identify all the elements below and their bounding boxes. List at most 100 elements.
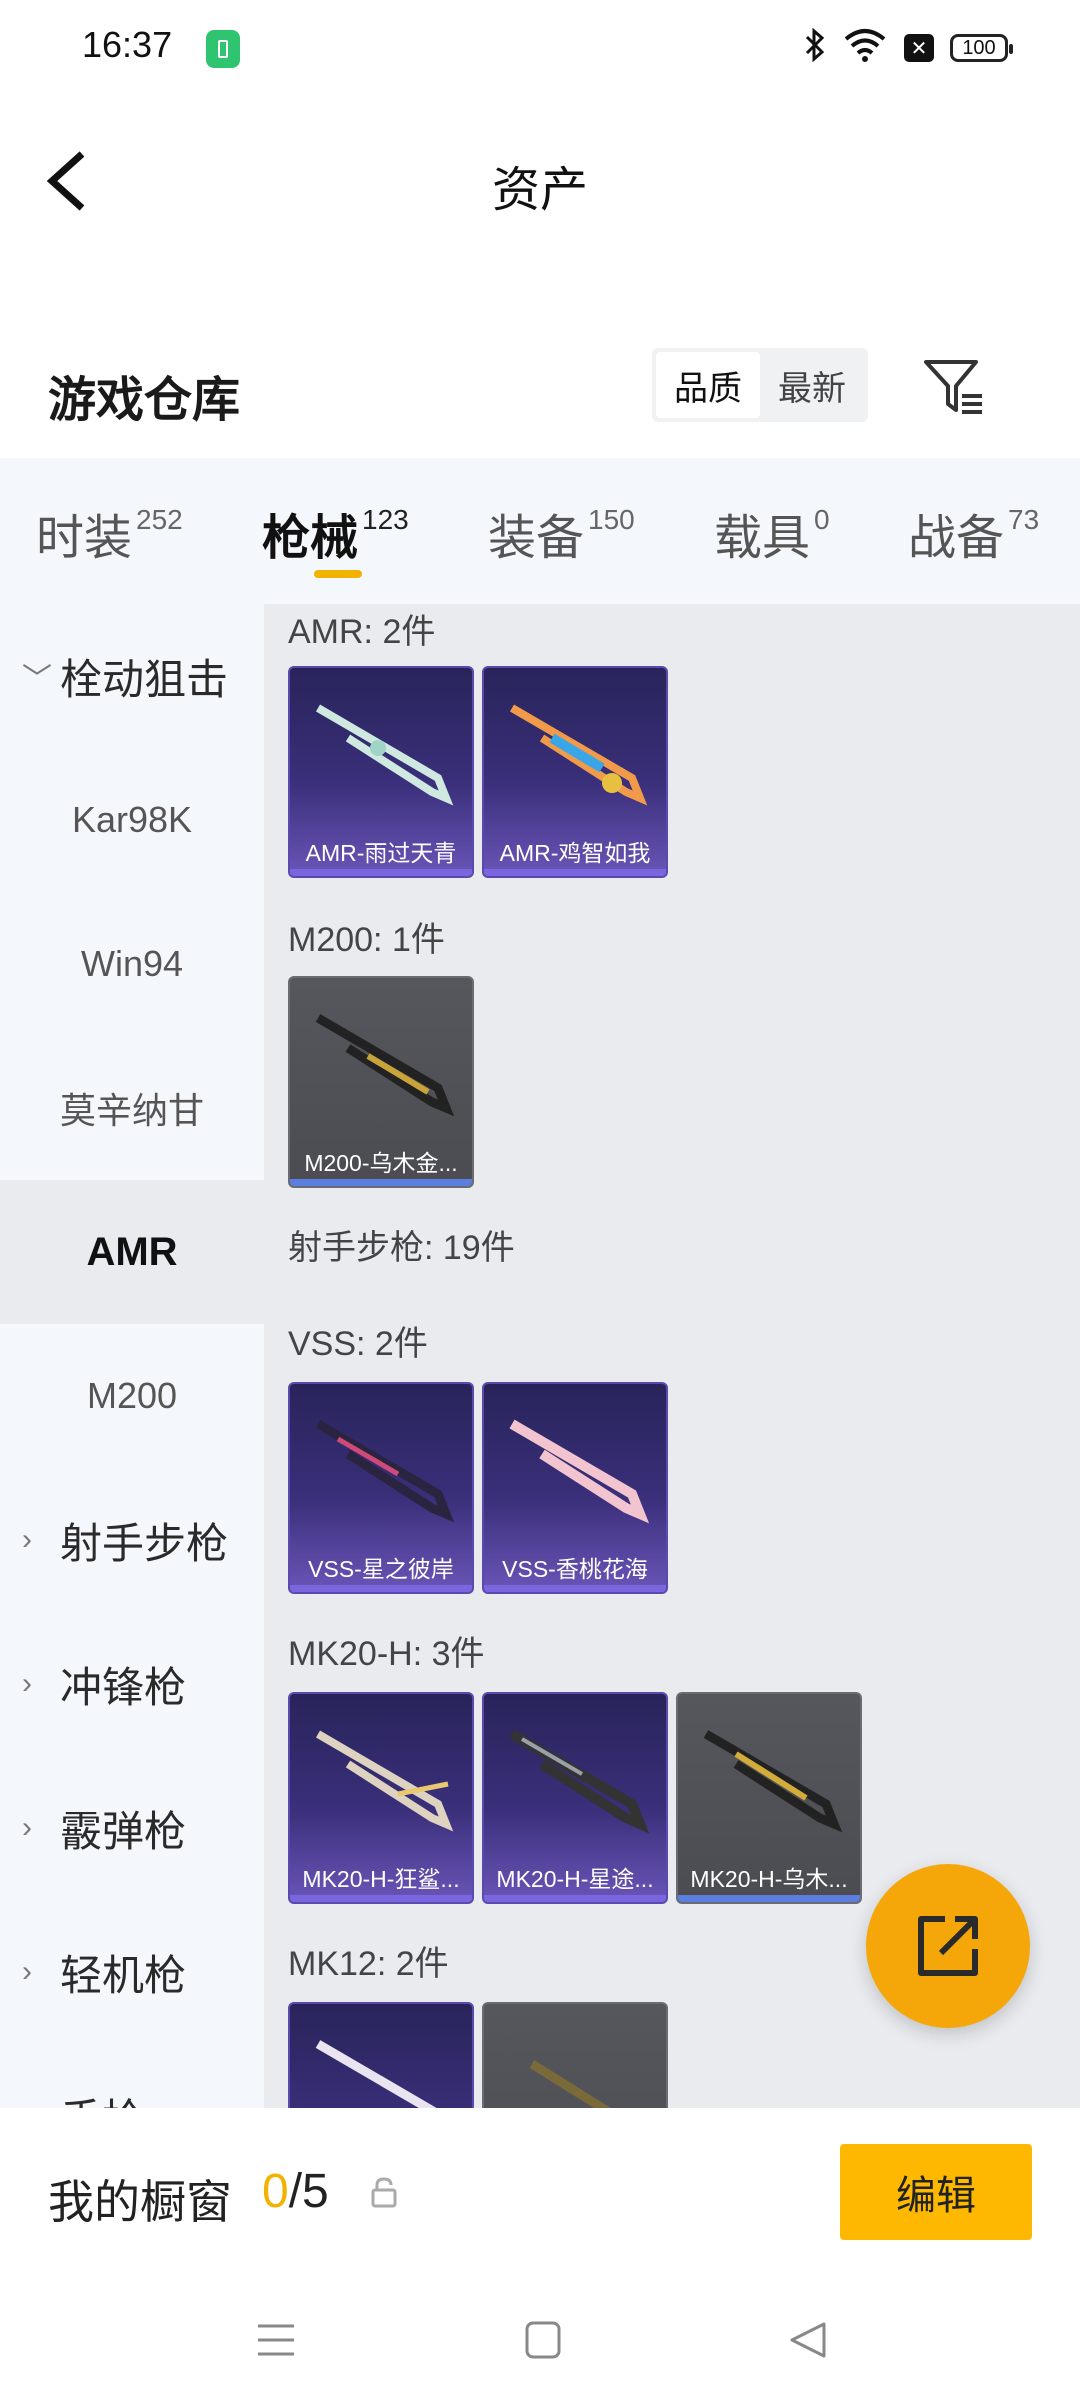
rifle-icon: [315, 1730, 454, 1832]
group-title: 射手步枪: 19件: [288, 1229, 515, 1267]
weapon-category-sidebar: ﹀ 栓动狙击 Kar98K Win94 莫辛纳甘 AMR M200 › 射手步枪 ›…: [0, 604, 264, 2108]
skin-card[interactable]: AMR-雨过天青: [288, 666, 474, 878]
edit-button[interactable]: 编辑: [840, 2144, 1032, 2240]
skin-card[interactable]: MK20-H-狂鲨...: [288, 1692, 474, 1904]
sidebar-item-label: 手枪: [60, 2086, 144, 2109]
sidebar-item-m200[interactable]: M200: [0, 1324, 264, 1468]
wifi-icon: [842, 27, 888, 70]
rarity-bar: [290, 869, 472, 876]
tab-count: 0: [814, 504, 830, 535]
sidebar-item-label: 轻机枪: [60, 1951, 187, 1999]
share-button[interactable]: [866, 1864, 1030, 2028]
showcase-current: 0: [262, 2165, 289, 2218]
rifle-icon: [529, 2060, 611, 2108]
rifle-icon: [509, 704, 648, 806]
skin-card[interactable]: MK20-H-星途...: [482, 1692, 668, 1904]
rarity-bar: [290, 1585, 472, 1592]
skin-name: MK20-H-乌木...: [690, 1866, 848, 1892]
rifle-icon: [703, 1730, 843, 1833]
warehouse-title: 游戏仓库: [48, 374, 241, 427]
skin-card[interactable]: MK20-H-乌木...: [676, 1692, 862, 1904]
sidebar-group-shotgun[interactable]: › 霰弹枪: [0, 1756, 264, 1900]
no-sim-icon: ✕: [904, 34, 934, 62]
chevron-right-icon: ›: [22, 1667, 32, 1700]
chevron-down-icon: ﹀: [22, 663, 52, 696]
skin-name: AMR-鸡智如我: [499, 840, 651, 866]
showcase-count: 0/5: [262, 2164, 329, 2219]
skin-card[interactable]: M200-乌木金...: [288, 976, 474, 1188]
showcase-total: /5: [288, 2165, 329, 2218]
sidebar-item-win94[interactable]: Win94: [0, 892, 264, 1036]
chevron-right-icon: ›: [22, 1523, 32, 1556]
back-nav-icon[interactable]: [788, 2320, 828, 2360]
tab-count: 73: [1008, 504, 1040, 535]
group-title: AMR: 2件: [288, 613, 436, 651]
skin-name: VSS-星之彼岸: [308, 1556, 454, 1582]
skin-card[interactable]: AMR-鸡智如我: [482, 666, 668, 878]
sidebar-group-bolt-action[interactable]: ﹀ 栓动狙击: [0, 604, 264, 748]
sidebar-group-lmg[interactable]: › 轻机枪: [0, 1900, 264, 2044]
rifle-icon: [315, 1014, 455, 1117]
rarity-bar: [678, 1895, 860, 1902]
sidebar-group-marksman[interactable]: › 射手步枪: [0, 1468, 264, 1612]
rifle-icon: [509, 1729, 650, 1834]
sidebar-item-amr[interactable]: AMR: [0, 1180, 264, 1324]
skin-card[interactable]: [482, 2002, 668, 2108]
chevron-right-icon: ›: [22, 2099, 60, 2108]
status-bar: 16:37 ✕ 100: [0, 0, 1080, 96]
rifle-icon: [315, 1420, 455, 1523]
group-title: VSS: 2件: [288, 1325, 428, 1363]
sidebar-item-label: 冲锋枪: [60, 1663, 187, 1711]
filter-button[interactable]: [922, 358, 986, 416]
skin-name: VSS-香桃花海: [502, 1556, 648, 1582]
group-title: MK12: 2件: [288, 1945, 449, 1983]
sidebar-item-label: 射手步枪: [60, 1519, 229, 1567]
sidebar-item-label: 霰弹枪: [60, 1807, 187, 1855]
skin-card[interactable]: VSS-香桃花海: [482, 1382, 668, 1594]
share-icon: [918, 1916, 978, 1976]
menu-icon[interactable]: [256, 2320, 296, 2360]
rarity-bar: [484, 1585, 666, 1592]
tab-fashion[interactable]: 时装 252: [36, 498, 183, 568]
page-title: 资产: [491, 164, 588, 217]
tab-label: 枪械: [262, 512, 359, 565]
rifle-icon: [315, 2040, 437, 2108]
tab-firearms[interactable]: 枪械 123: [262, 498, 409, 568]
sort-toggle: 品质 最新: [652, 348, 868, 422]
sidebar-group-pistol[interactable]: ›手枪: [0, 2044, 264, 2109]
sort-latest-button[interactable]: 最新: [760, 352, 864, 418]
chevron-right-icon: ›: [22, 1955, 32, 1988]
tab-count: 123: [362, 504, 409, 535]
chevron-right-icon: ›: [22, 1811, 32, 1844]
active-tab-indicator: [314, 570, 362, 578]
lock-icon: [370, 2176, 398, 2208]
sort-quality-button[interactable]: 品质: [656, 352, 760, 418]
category-tabs: 时装 252 枪械 123 装备 150 载具 0 战备 73: [0, 458, 1080, 604]
sidebar-item-kar98k[interactable]: Kar98K: [0, 748, 264, 892]
bluetooth-icon: [804, 27, 826, 69]
rifle-icon: [315, 704, 454, 806]
rarity-bar: [290, 1895, 472, 1902]
tab-label: 时装: [36, 512, 133, 565]
sidebar-item-label: M200: [86, 1375, 178, 1416]
sidebar-group-smg[interactable]: › 冲锋枪: [0, 1612, 264, 1756]
battery-icon: 100: [950, 34, 1013, 62]
sidebar-item-label: Kar98K: [71, 799, 193, 840]
status-time: 16:37: [82, 24, 173, 65]
skin-name: AMR-雨过天青: [305, 840, 457, 866]
battery-level: 100: [962, 36, 996, 59]
skin-name: MK20-H-狂鲨...: [302, 1866, 460, 1892]
sidebar-item-label: 莫辛纳甘: [59, 1090, 204, 1131]
tab-label: 装备: [488, 512, 585, 565]
sidebar-item-mosin[interactable]: 莫辛纳甘: [0, 1036, 264, 1180]
rifle-icon: [509, 1419, 650, 1524]
group-title: MK20-H: 3件: [288, 1635, 485, 1673]
home-icon[interactable]: [524, 2320, 562, 2360]
skin-card[interactable]: [288, 2002, 474, 2108]
tab-equipment[interactable]: 装备 150: [488, 498, 635, 568]
tab-vehicles[interactable]: 载具 0: [714, 498, 830, 568]
skin-name: M200-乌木金...: [304, 1150, 458, 1176]
rarity-bar: [484, 1895, 666, 1902]
tab-supplies[interactable]: 战备 73: [908, 498, 1039, 568]
skin-card[interactable]: VSS-星之彼岸: [288, 1382, 474, 1594]
